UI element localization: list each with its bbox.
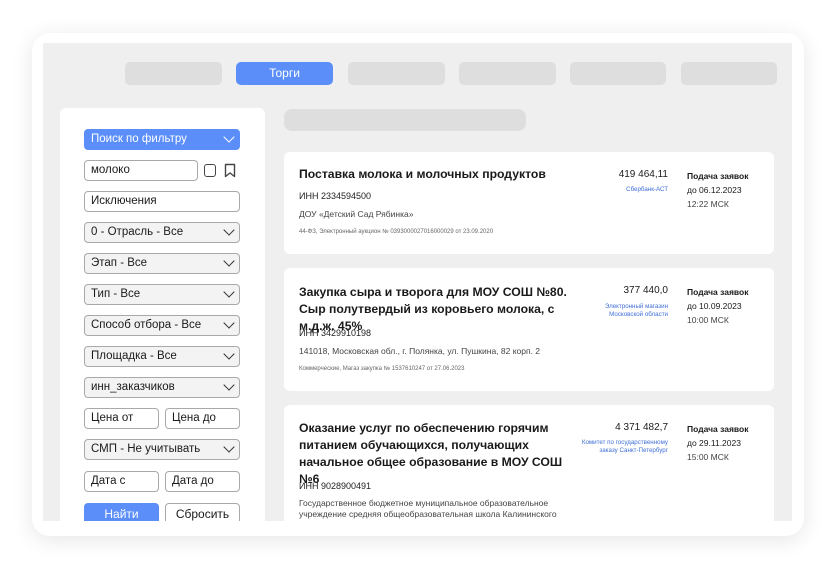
industry-label: 0 - Отрасль - Все <box>91 226 184 238</box>
result-org: ДОУ «Детский Сад Рябинка» <box>299 209 414 219</box>
result-inn: ИНН 9028900491 <box>299 481 372 491</box>
result-meta: 44-ФЗ, Электронный аукцион № 03930000270… <box>299 229 494 235</box>
find-button[interactable]: Найти <box>84 503 159 521</box>
result-platform[interactable]: Сбербанк-АСТ <box>578 186 668 194</box>
industry-select[interactable]: 0 - Отрасль - Все <box>84 222 240 243</box>
selection-method-label: Способ отбора - Все <box>91 319 202 331</box>
deadline-date: до 10.09.2023 <box>687 301 742 311</box>
customer-inn-select[interactable]: инн_заказчиков <box>84 377 240 398</box>
result-platform[interactable]: Комитет по государственному заказу Санкт… <box>578 439 668 455</box>
tab-torgi[interactable]: Торги <box>236 62 333 85</box>
result-card[interactable]: Поставка молока и молочных продуктов ИНН… <box>284 152 774 254</box>
chevron-down-icon <box>223 379 235 391</box>
smp-select[interactable]: СМП - Не учитывать <box>84 439 240 460</box>
result-card[interactable]: Закупка сыра и творога для МОУ СОШ №80. … <box>284 268 774 391</box>
result-price: 419 464,11 <box>618 169 668 180</box>
app-window: Торги Поиск по фильтру молоко Исключения… <box>43 43 792 521</box>
filter-panel: Поиск по фильтру молоко Исключения 0 - О… <box>60 108 265 521</box>
chevron-down-icon <box>223 317 235 329</box>
smp-label: СМП - Не учитывать <box>91 443 201 455</box>
result-title[interactable]: Оказание услуг по обеспечению горячим пи… <box>299 420 579 488</box>
customer-inn-label: инн_заказчиков <box>91 381 175 393</box>
result-inn: ИНН 3429910198 <box>299 328 372 338</box>
result-title[interactable]: Поставка молока и молочных продуктов <box>299 166 579 183</box>
result-card[interactable]: Оказание услуг по обеспечению горячим пи… <box>284 405 774 521</box>
bookmark-icon[interactable] <box>224 163 236 178</box>
deadline-date: до 06.12.2023 <box>687 185 742 195</box>
tab-placeholder-4[interactable] <box>570 62 666 85</box>
filter-mode-select[interactable]: Поиск по фильтру <box>84 129 240 150</box>
platform-select[interactable]: Площадка - Все <box>84 346 240 367</box>
result-inn: ИНН 2334594500 <box>299 191 372 201</box>
chevron-down-icon <box>223 441 235 453</box>
deadline-label: Подача заявок <box>687 171 749 181</box>
result-org: Государственное бюджетное муниципальное … <box>299 498 557 519</box>
stage-select[interactable]: Этап - Все <box>84 253 240 274</box>
result-price: 4 371 482,7 <box>615 422 668 433</box>
deadline-label: Подача заявок <box>687 424 749 434</box>
chevron-down-icon <box>223 348 235 360</box>
tab-placeholder-1[interactable] <box>125 62 222 85</box>
result-meta: Коммерческие, Магаз закупка № 1537610247… <box>299 366 465 372</box>
price-to-input[interactable]: Цена до <box>165 408 240 429</box>
result-org: 141018, Московская обл., г. Полянка, ул.… <box>299 346 541 356</box>
date-from-input[interactable]: Дата с <box>84 471 159 492</box>
type-select[interactable]: Тип - Все <box>84 284 240 305</box>
chevron-down-icon <box>223 286 235 298</box>
chevron-down-icon <box>223 224 235 236</box>
type-label: Тип - Все <box>91 288 141 300</box>
date-to-input[interactable]: Дата до <box>165 471 240 492</box>
search-input[interactable]: молоко <box>84 160 198 181</box>
search-checkbox[interactable] <box>204 164 216 177</box>
stage-label: Этап - Все <box>91 257 148 269</box>
price-from-input[interactable]: Цена от <box>84 408 159 429</box>
platform-label: Площадка - Все <box>91 350 177 362</box>
deadline-time: 12:22 МСК <box>687 199 729 209</box>
deadline-time: 10:00 МСК <box>687 315 729 325</box>
reset-button[interactable]: Сбросить <box>165 503 240 521</box>
selection-method-select[interactable]: Способ отбора - Все <box>84 315 240 336</box>
result-platform[interactable]: Электронный магазин Московской области <box>578 303 668 319</box>
deadline-date: до 29.11.2023 <box>687 438 741 448</box>
chevron-down-icon <box>223 131 235 143</box>
filter-mode-label: Поиск по фильтру <box>91 133 187 145</box>
exclusions-input[interactable]: Исключения <box>84 191 240 212</box>
deadline-time: 15:00 МСК <box>687 452 729 462</box>
deadline-label: Подача заявок <box>687 287 749 297</box>
chevron-down-icon <box>223 255 235 267</box>
tab-placeholder-5[interactable] <box>681 62 777 85</box>
results-header-placeholder <box>284 109 526 131</box>
tab-placeholder-2[interactable] <box>348 62 445 85</box>
result-price: 377 440,0 <box>623 285 669 296</box>
tab-placeholder-3[interactable] <box>459 62 556 85</box>
